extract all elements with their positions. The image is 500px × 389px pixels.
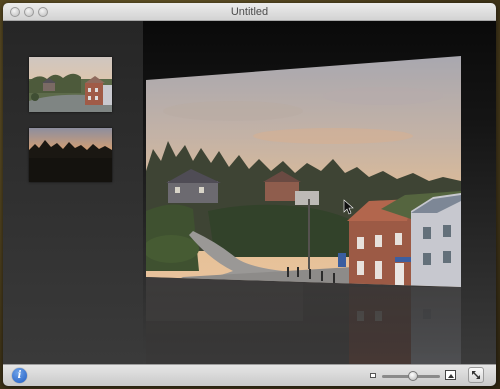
window-title: Untitled [230,6,269,18]
photo-content [146,56,461,287]
bottom-toolbar: i [3,364,496,386]
large-image-icon[interactable] [445,370,456,380]
expand-arrows-icon [472,371,480,379]
zoom-slider[interactable] [382,371,440,381]
title-bar: Untitled [3,3,496,21]
main-photo[interactable] [3,21,496,364]
viewer-area [3,21,496,364]
app-window: Untitled i [3,3,496,386]
photo-reflection [146,277,461,364]
small-image-icon[interactable] [370,373,376,378]
fullscreen-button[interactable] [468,367,484,383]
zoom-slider-knob[interactable] [408,371,418,381]
info-icon[interactable]: i [12,368,27,383]
